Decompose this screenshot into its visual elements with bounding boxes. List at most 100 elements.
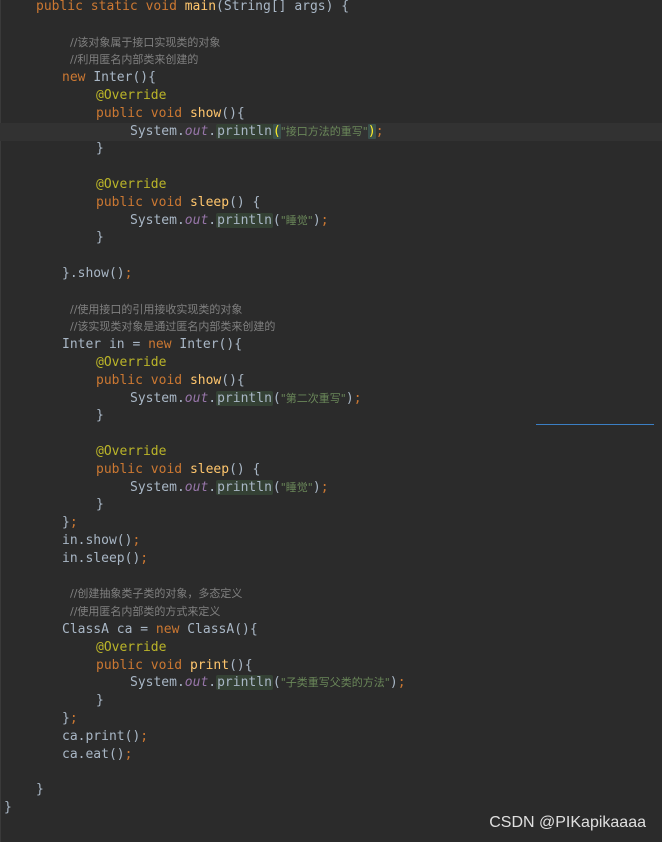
code-line[interactable]: } bbox=[0, 407, 662, 425]
method-call-token: println bbox=[216, 123, 273, 139]
code-line[interactable]: }.show(); bbox=[0, 265, 662, 283]
code-line[interactable]: @Override bbox=[0, 176, 662, 194]
code-line[interactable]: } bbox=[0, 140, 662, 158]
code-line-content: @Override bbox=[96, 639, 166, 657]
code-line[interactable]: } bbox=[0, 496, 662, 514]
code-line[interactable]: public void sleep() { bbox=[0, 461, 662, 479]
code-token: sleep bbox=[189, 461, 230, 477]
code-line[interactable]: //该对象属于接口实现类的对象 bbox=[0, 34, 662, 52]
code-line[interactable]: @Override bbox=[0, 87, 662, 105]
code-line[interactable]: System.out.println("子类重写父类的方法"); bbox=[0, 674, 662, 692]
code-token: new bbox=[62, 70, 94, 86]
code-line[interactable]: public void show(){ bbox=[0, 372, 662, 390]
code-token: ) bbox=[312, 479, 321, 495]
code-line-content: System.out.println("子类重写父类的方法"); bbox=[130, 674, 406, 692]
code-line[interactable] bbox=[0, 425, 662, 443]
code-token: @Override bbox=[96, 88, 167, 103]
code-token: public bbox=[36, 0, 91, 14]
code-token: @Override bbox=[96, 177, 167, 192]
code-line-content: //该实现类对象是通过匿名内部类来创建的 bbox=[70, 318, 275, 336]
matched-paren-token: ) bbox=[367, 123, 376, 139]
code-line[interactable]: System.out.println("第二次重写"); bbox=[0, 390, 662, 408]
code-token: System. bbox=[130, 123, 185, 139]
code-line[interactable] bbox=[0, 568, 662, 586]
code-line[interactable] bbox=[0, 158, 662, 176]
code-line[interactable]: } bbox=[0, 692, 662, 710]
code-line-content: @Override bbox=[96, 354, 166, 372]
code-token: out bbox=[184, 479, 209, 495]
code-token: ClassA(){ bbox=[187, 622, 258, 637]
code-line[interactable]: //该实现类对象是通过匿名内部类来创建的 bbox=[0, 318, 662, 336]
code-line-content: public void sleep() { bbox=[96, 194, 260, 212]
code-line[interactable]: Inter in = new Inter(){ bbox=[0, 336, 662, 354]
code-token: in.show() bbox=[62, 533, 133, 548]
code-line[interactable]: public void sleep() { bbox=[0, 194, 662, 212]
code-line[interactable]: public static void main(String[] args) { bbox=[0, 0, 662, 16]
code-line[interactable]: }; bbox=[0, 514, 662, 532]
code-token: System. bbox=[130, 675, 185, 691]
code-line[interactable] bbox=[0, 247, 662, 265]
code-line-content: public static void main(String[] args) { bbox=[36, 0, 349, 16]
code-token: } bbox=[62, 711, 70, 726]
code-token: ; bbox=[397, 675, 406, 691]
code-token: (String[] args) { bbox=[216, 0, 350, 14]
code-line[interactable] bbox=[0, 283, 662, 301]
code-line-content: Inter in = new Inter(){ bbox=[62, 336, 242, 354]
code-line-content: new Inter(){ bbox=[62, 69, 156, 87]
code-line[interactable]: new Inter(){ bbox=[0, 69, 662, 87]
code-token: (){ bbox=[221, 372, 245, 388]
code-token: } bbox=[96, 693, 104, 709]
code-line[interactable]: System.out.println("睡觉"); bbox=[0, 212, 662, 230]
code-token: ; bbox=[320, 479, 329, 495]
code-line[interactable]: public void print(){ bbox=[0, 657, 662, 675]
code-line[interactable]: @Override bbox=[0, 639, 662, 657]
code-token: sleep bbox=[189, 194, 230, 210]
code-editor[interactable]: public static void main(String[] args) {… bbox=[0, 0, 662, 842]
code-line[interactable]: } bbox=[0, 781, 662, 799]
code-line[interactable]: public void show(){ bbox=[0, 105, 662, 123]
code-line[interactable]: ca.eat(); bbox=[0, 746, 662, 764]
code-line[interactable]: in.show(); bbox=[0, 532, 662, 550]
code-line[interactable] bbox=[0, 16, 662, 34]
code-line[interactable] bbox=[0, 763, 662, 781]
code-token: void bbox=[150, 461, 190, 477]
code-line[interactable]: //使用接口的引用接收实现类的对象 bbox=[0, 301, 662, 319]
code-token: Inter(){ bbox=[179, 337, 243, 353]
code-line[interactable]: //使用匿名内部类的方式来定义 bbox=[0, 603, 662, 621]
code-line[interactable]: ClassA ca = new ClassA(){ bbox=[0, 621, 662, 639]
code-line[interactable]: } bbox=[0, 229, 662, 247]
code-line[interactable]: //利用匿名内部类来创建的 bbox=[0, 51, 662, 69]
code-token: ( bbox=[272, 479, 281, 495]
code-token: ; bbox=[320, 212, 329, 228]
code-token: static bbox=[90, 0, 146, 14]
matched-paren-token: ( bbox=[272, 123, 281, 139]
code-line-content: System.out.println("睡觉"); bbox=[130, 479, 329, 497]
code-line-content: @Override bbox=[96, 443, 166, 461]
code-line-content: //创建抽象类子类的对象，多态定义 bbox=[70, 585, 242, 603]
code-token: void bbox=[150, 372, 190, 388]
code-line-content: @Override bbox=[96, 87, 166, 105]
code-line[interactable]: //创建抽象类子类的对象，多态定义 bbox=[0, 585, 662, 603]
code-line[interactable]: }; bbox=[0, 710, 662, 728]
code-token: void bbox=[150, 194, 190, 210]
code-token: ; bbox=[69, 515, 78, 531]
code-token: . bbox=[208, 123, 217, 139]
code-line[interactable]: @Override bbox=[0, 354, 662, 372]
code-line[interactable]: System.out.println("接口方法的重写"); bbox=[0, 122, 662, 141]
code-line[interactable]: ca.print(); bbox=[0, 728, 662, 746]
code-line-content: public void sleep() { bbox=[96, 461, 260, 479]
code-token: ; bbox=[124, 266, 133, 281]
code-line[interactable]: in.sleep(); bbox=[0, 550, 662, 568]
code-token: ( bbox=[272, 675, 281, 691]
code-line-content: } bbox=[36, 781, 44, 799]
code-line-content: } bbox=[96, 229, 104, 247]
comment-token: //使用接口的引用接收实现类的对象 bbox=[70, 302, 243, 316]
code-token: . bbox=[208, 675, 217, 691]
code-line[interactable]: System.out.println("睡觉"); bbox=[0, 479, 662, 497]
code-token: } bbox=[96, 408, 104, 424]
code-line[interactable]: @Override bbox=[0, 443, 662, 461]
code-token: @Override bbox=[96, 444, 167, 459]
code-token: . bbox=[208, 479, 217, 495]
code-token: new bbox=[148, 337, 180, 353]
code-token: (){ bbox=[221, 105, 245, 121]
